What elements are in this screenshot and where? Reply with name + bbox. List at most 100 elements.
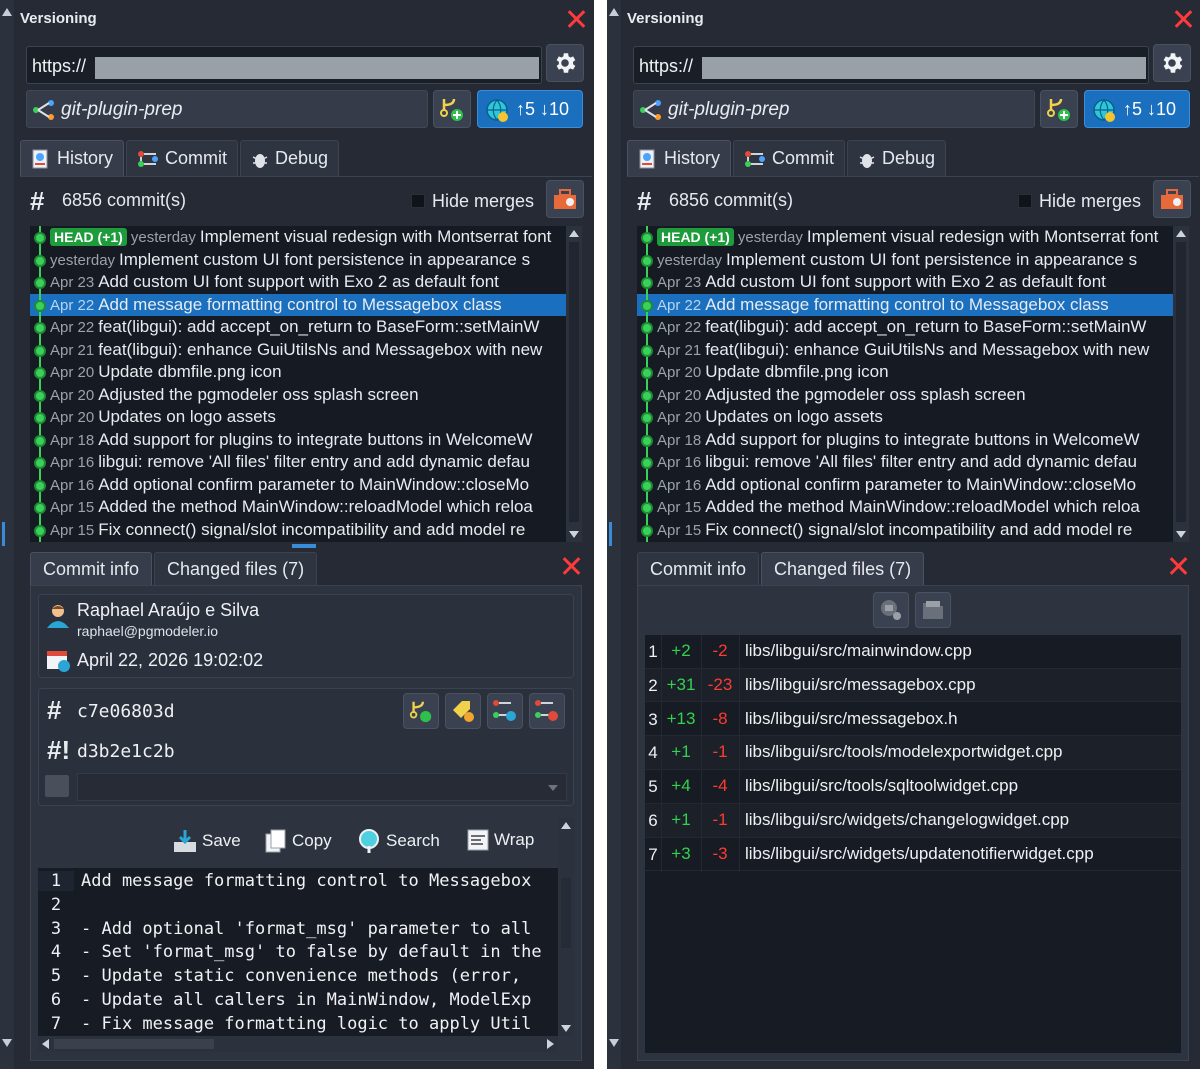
tab-commit[interactable]: Commit: [126, 140, 239, 176]
outer-scrollbar[interactable]: [0, 0, 14, 1069]
commit-hash[interactable]: c7e06803d: [77, 701, 175, 722]
tab-history[interactable]: History: [627, 140, 732, 176]
hide-merges-checkbox[interactable]: [411, 194, 425, 208]
new-branch-button[interactable]: [433, 90, 471, 128]
commit-row[interactable]: Apr 16 libgui: remove 'All files' filter …: [637, 451, 1173, 474]
sync-button[interactable]: ↑5 ↓10: [1084, 90, 1190, 128]
close-icon[interactable]: [1172, 8, 1194, 30]
tab-commit-info[interactable]: Commit info: [637, 552, 760, 586]
commit-node-icon: [641, 412, 653, 424]
sync-button[interactable]: ↑5 ↓10: [477, 90, 583, 128]
file-row[interactable]: 6 +1 -1 libs/libgui/src/widgets/changelogwi…: [645, 804, 1181, 838]
gear-icon: [1163, 53, 1183, 73]
outer-scrollbar[interactable]: [607, 0, 621, 1069]
revert-button[interactable]: [529, 693, 565, 729]
file-row[interactable]: 3 +13 -8 libs/libgui/src/messagebox.h: [645, 702, 1181, 737]
repository-url-field[interactable]: https://: [26, 46, 542, 84]
commit-row[interactable]: HEAD (+1) yesterday Implement visual redes…: [30, 226, 566, 249]
tab-debug[interactable]: Debug: [240, 140, 340, 176]
parent-hash[interactable]: d3b2e1c2b: [77, 741, 175, 762]
filter-button[interactable]: [1153, 180, 1191, 218]
filter-button[interactable]: [546, 180, 584, 218]
commit-row[interactable]: Apr 21 feat(libgui): enhance GuiUtilsNs a…: [637, 338, 1173, 362]
editor-vertical-scrollbar[interactable]: [558, 818, 574, 1036]
diff-button[interactable]: [873, 592, 909, 628]
splitter-handle[interactable]: [292, 544, 316, 548]
commit-row[interactable]: Apr 16 Add optional confirm parameter to …: [30, 473, 566, 497]
editor-horizontal-scrollbar[interactable]: [38, 1036, 558, 1052]
file-row[interactable]: 2 +31 -23 libs/libgui/src/messagebox.cpp: [645, 668, 1181, 703]
new-branch-button[interactable]: [1040, 90, 1078, 128]
commit-row[interactable]: yesterday Implement custom UI font persis…: [30, 248, 566, 272]
commit-list[interactable]: HEAD (+1) yesterday Implement visual redes…: [637, 226, 1173, 542]
commit-row[interactable]: Apr 20 Adjusted the pgmodeler oss splash …: [637, 383, 1173, 407]
refs-dropdown[interactable]: [77, 773, 567, 801]
wrap-button[interactable]: Wrap: [466, 828, 534, 852]
commit-row[interactable]: yesterday Implement custom UI font persis…: [637, 248, 1173, 272]
save-button[interactable]: Save: [172, 828, 241, 854]
tab-commit[interactable]: Commit: [733, 140, 846, 176]
open-folder-button[interactable]: [915, 592, 951, 628]
checkout-button[interactable]: [487, 693, 523, 729]
copy-button[interactable]: Copy: [264, 828, 332, 854]
file-row[interactable]: 1 +2 -2 libs/libgui/src/mainwindow.cpp: [645, 635, 1181, 669]
commit-list-scrollbar[interactable]: [566, 226, 582, 542]
close-details-icon[interactable]: [1167, 555, 1189, 577]
commit-message-editor[interactable]: 1 Add message formatting control to Messa…: [38, 868, 558, 1036]
folder-icon: [923, 601, 943, 619]
commit-row[interactable]: Apr 15 Added the method MainWindow::reloa…: [30, 496, 566, 519]
commit-row[interactable]: Apr 20 Update dbmfile.png icon: [30, 361, 566, 384]
commit-row[interactable]: Apr 15 Added the method MainWindow::reloa…: [637, 496, 1173, 519]
commit-row[interactable]: Apr 23 Add custom UI font support with Ex…: [637, 271, 1173, 294]
branch-selector[interactable]: git-plugin-prep: [633, 90, 1035, 128]
close-icon[interactable]: [565, 8, 587, 30]
commit-row[interactable]: Apr 15 Fix connect() signal/slot incompat…: [637, 518, 1173, 542]
commit-row[interactable]: Apr 22 Add message formatting control to …: [30, 293, 566, 317]
commit-row[interactable]: Apr 16 Add optional confirm parameter to …: [637, 473, 1173, 497]
settings-button[interactable]: [546, 44, 584, 82]
changed-files-table[interactable]: 1 +2 -2 libs/libgui/src/mainwindow.cpp 2 +31-…: [645, 635, 1181, 1053]
commit-node-icon: [641, 457, 653, 469]
commit-list[interactable]: HEAD (+1) yesterday Implement visual redes…: [30, 226, 566, 542]
author-name: Raphael Araújo e Silva: [77, 600, 260, 620]
branch-selector[interactable]: git-plugin-prep: [26, 90, 428, 128]
file-row[interactable]: 7 +3 -3 libs/libgui/src/widgets/updatenotif…: [645, 837, 1181, 872]
commit-node-icon: [641, 322, 653, 334]
tab-changed-files[interactable]: Changed files (7): [761, 552, 925, 586]
commit-row[interactable]: Apr 22 feat(libgui): add accept_on_return…: [30, 316, 566, 339]
settings-button[interactable]: [1153, 44, 1191, 82]
close-details-icon[interactable]: [560, 555, 582, 577]
repository-url-field[interactable]: https://: [633, 46, 1149, 84]
create-branch-button[interactable]: [403, 693, 439, 729]
commit-row[interactable]: HEAD (+1) yesterday Implement visual redes…: [637, 226, 1173, 249]
search-button[interactable]: Search: [358, 828, 440, 854]
commit-row[interactable]: Apr 18 Add support for plugins to integra…: [637, 428, 1173, 452]
commit-row[interactable]: Apr 18 Add support for plugins to integra…: [30, 428, 566, 452]
commit-row[interactable]: Apr 22 feat(libgui): add accept_on_return…: [637, 316, 1173, 339]
tab-commit-info[interactable]: Commit info: [30, 552, 153, 586]
branch-icon: [33, 100, 54, 120]
tab-changed-files[interactable]: Changed files (7): [154, 552, 318, 586]
file-row[interactable]: 4 +1 -1 libs/libgui/src/tools/modelexportwi…: [645, 736, 1181, 771]
line-number: 6: [50, 990, 62, 1010]
commit-row[interactable]: Apr 22 Add message formatting control to …: [637, 293, 1173, 317]
commit-row[interactable]: Apr 23 Add custom UI font support with Ex…: [30, 271, 566, 294]
commit-row[interactable]: Apr 16 libgui: remove 'All files' filter …: [30, 451, 566, 474]
file-row[interactable]: 5 +4 -4 libs/libgui/src/tools/sqltoolwidget…: [645, 770, 1181, 805]
tab-history[interactable]: History: [20, 140, 125, 176]
tab-debug[interactable]: Debug: [847, 140, 947, 176]
commit-row[interactable]: Apr 20 Updates on logo assets: [637, 406, 1173, 429]
hide-merges-checkbox[interactable]: [1018, 194, 1032, 208]
bug-icon: [859, 153, 875, 168]
commit-list-scrollbar[interactable]: [1173, 226, 1189, 542]
file-path: libs/libgui/src/widgets/updatenotifierwi…: [745, 843, 1094, 863]
create-tag-button[interactable]: [445, 693, 481, 729]
tab-debug-label: Debug: [275, 148, 329, 168]
commit-row[interactable]: Apr 15 Fix connect() signal/slot incompat…: [30, 518, 566, 542]
commit-row[interactable]: Apr 20 Update dbmfile.png icon: [637, 361, 1173, 384]
commit-row[interactable]: Apr 21 feat(libgui): enhance GuiUtilsNs a…: [30, 338, 566, 362]
file-index: 5: [648, 777, 658, 797]
commit-row[interactable]: Apr 20 Adjusted the pgmodeler oss splash …: [30, 383, 566, 407]
commit-row[interactable]: Apr 20 Updates on logo assets: [30, 406, 566, 429]
commit-message: Implement visual redesign with Montserra…: [199, 227, 552, 246]
